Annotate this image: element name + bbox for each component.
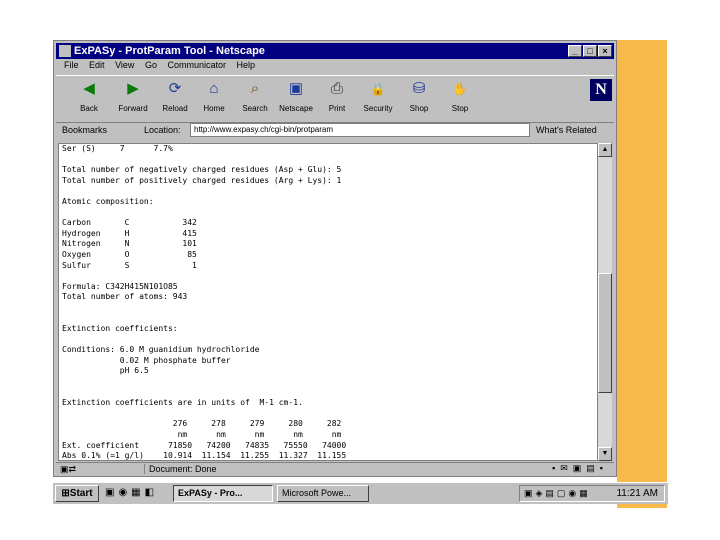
title-bar[interactable]: ExPASy - ProtParam Tool - Netscape _ □ × — [56, 43, 614, 59]
netscape-icon: ▣ — [288, 80, 304, 97]
taskbar-item-powerpoint[interactable]: Microsoft Powe... — [277, 485, 369, 502]
forward-button[interactable]: ▶ Forward — [112, 78, 154, 120]
quick-launch-icons[interactable]: ▣◉▦◧ — [105, 487, 158, 498]
menu-file[interactable]: File — [64, 60, 79, 70]
close-button[interactable]: × — [598, 45, 612, 57]
search-button[interactable]: ⌕ Search — [234, 78, 276, 120]
protparam-results: Ser (S) 7 7.7% Total number of negativel… — [62, 144, 347, 461]
vertical-scrollbar[interactable]: ▲ ▼ — [598, 143, 612, 461]
scroll-up-arrow[interactable]: ▲ — [598, 143, 612, 157]
start-button[interactable]: ⊞Start — [55, 485, 99, 502]
minimize-button[interactable]: _ — [568, 45, 582, 57]
menu-edit[interactable]: Edit — [89, 60, 105, 70]
status-message: Document: Done — [144, 464, 449, 474]
menu-communicator[interactable]: Communicator — [167, 60, 226, 70]
window-title: ExPASy - ProtParam Tool - Netscape — [74, 45, 265, 57]
menu-help[interactable]: Help — [237, 60, 256, 70]
search-icon: ⌕ — [250, 80, 260, 97]
component-bar-icons[interactable]: ▪✉▣▤▪ — [552, 463, 608, 474]
url-field[interactable]: http://www.expasy.ch/cgi-bin/protparam — [190, 123, 530, 137]
whats-related-button[interactable]: What's Related — [536, 125, 597, 135]
lock-icon: 🔒 — [370, 82, 386, 96]
netscape-app-icon — [59, 45, 71, 57]
bookmarks-button[interactable]: Bookmarks — [62, 125, 107, 135]
navigation-toolbar: ◀ Back ▶ Forward ⟳ Reload ⌂ Home ⌕ Search ▣ Ne… — [56, 75, 614, 123]
back-arrow-icon: ◀ — [83, 80, 95, 97]
system-tray: ▣◈▤▢◉▦ 11:21 AM — [519, 485, 665, 502]
location-label: Location: — [144, 125, 181, 135]
shop-icon: ⛁ — [412, 80, 426, 97]
connection-status-icon: ▣⇄ — [60, 464, 77, 474]
windows-logo-icon: ⊞ — [61, 488, 70, 499]
taskbar-item-netscape[interactable]: ExPASy - Pro... — [173, 485, 273, 502]
browser-window: ExPASy - ProtParam Tool - Netscape _ □ ×… — [53, 40, 617, 477]
back-button[interactable]: ◀ Back — [68, 78, 110, 120]
reload-icon: ⟳ — [168, 80, 182, 97]
orange-side-stripe — [617, 40, 667, 508]
scroll-thumb[interactable] — [598, 273, 612, 393]
netscape-button[interactable]: ▣ Netscape — [275, 78, 317, 120]
clock: 11:21 AM — [616, 488, 658, 499]
stop-icon: ✋ — [452, 82, 468, 96]
page-content: Ser (S) 7 7.7% Total number of negativel… — [58, 143, 598, 461]
reload-button[interactable]: ⟳ Reload — [154, 78, 196, 120]
menu-bar: File Edit View Go Communicator Help — [56, 60, 614, 74]
tray-icons[interactable]: ▣◈▤▢◉▦ — [524, 486, 591, 501]
location-bar: Bookmarks Location: http://www.expasy.ch… — [56, 122, 614, 140]
forward-arrow-icon: ▶ — [127, 80, 139, 97]
print-icon: ⎙ — [330, 80, 343, 97]
print-button[interactable]: ⎙ Print — [316, 78, 358, 120]
scroll-down-arrow[interactable]: ▼ — [598, 447, 612, 461]
stop-button[interactable]: ✋ Stop — [439, 78, 481, 120]
menu-view[interactable]: View — [115, 60, 134, 70]
home-button[interactable]: ⌂ Home — [193, 78, 235, 120]
status-bar: ▣⇄ Document: Done ▪✉▣▤▪ — [56, 462, 614, 476]
menu-go[interactable]: Go — [145, 60, 157, 70]
windows-taskbar: ⊞Start ▣◉▦◧ ExPASy - Pro... Microsoft Po… — [53, 482, 668, 504]
maximize-button[interactable]: □ — [583, 45, 597, 57]
shop-button[interactable]: ⛁ Shop — [398, 78, 440, 120]
security-button[interactable]: 🔒 Security — [357, 78, 399, 120]
home-icon: ⌂ — [209, 80, 219, 97]
netscape-logo[interactable]: N — [590, 79, 612, 101]
